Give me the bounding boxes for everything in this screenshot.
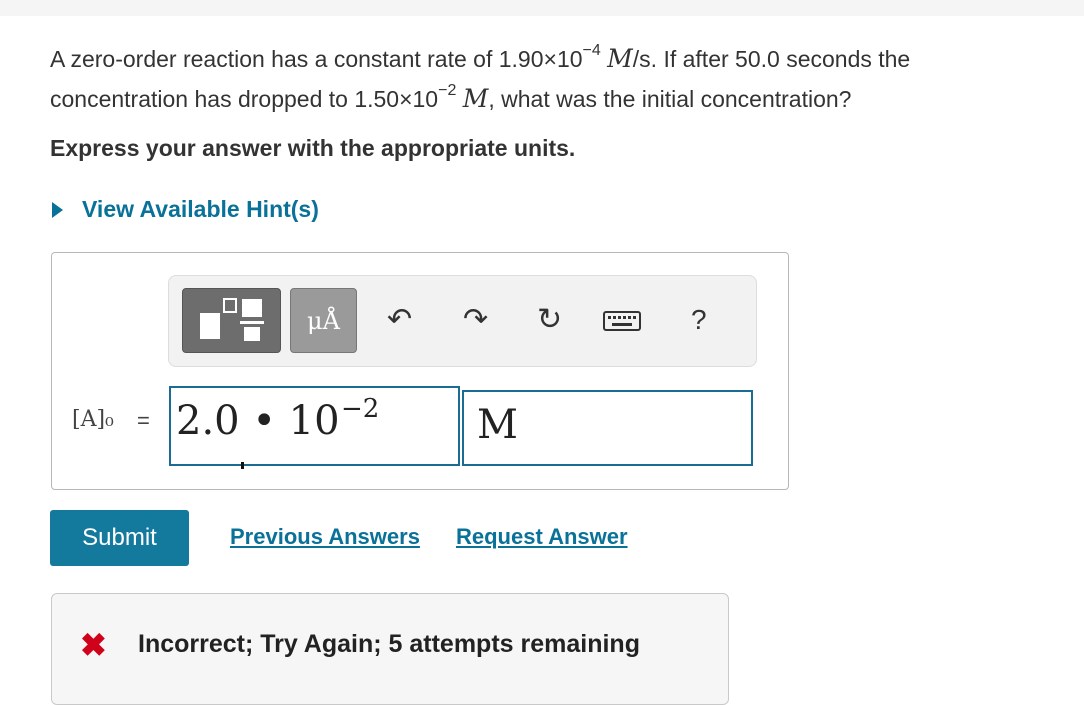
instruction-text: Express your answer with the appropriate… <box>50 135 576 161</box>
value-input[interactable]: 2.0 • 10 −2 <box>169 386 460 469</box>
submit-button[interactable]: Submit <box>50 510 189 566</box>
value-exponent: −2 <box>341 394 380 424</box>
unit-input[interactable]: M <box>462 390 753 466</box>
hint-label: View Available Hint(s) <box>82 196 319 222</box>
feedback-box: ✖ Incorrect; Try Again; 5 attempts remai… <box>51 593 729 705</box>
templates-icon <box>200 298 264 341</box>
math-toolbar: μÅ ↶ ↷ ↻ ? <box>168 275 757 367</box>
answer-label: [A]₀ <box>72 407 114 432</box>
text-cursor <box>241 462 244 469</box>
feedback-text: Incorrect; Try Again; 5 attempts remaini… <box>138 630 640 658</box>
equals-sign: = <box>137 408 150 433</box>
units-button[interactable]: μÅ <box>290 288 357 353</box>
reset-icon[interactable]: ↻ <box>537 302 562 338</box>
caret-right-icon <box>52 201 63 218</box>
undo-icon[interactable]: ↶ <box>387 302 412 338</box>
request-answer-link[interactable]: Request Answer <box>456 524 628 550</box>
previous-answers-link[interactable]: Previous Answers <box>230 524 420 550</box>
templates-button[interactable] <box>182 288 281 353</box>
unit-text: M <box>477 402 518 448</box>
help-button[interactable]: ? <box>691 302 707 338</box>
units-label: μÅ <box>307 306 340 335</box>
view-hints-link[interactable]: View Available Hint(s) <box>52 196 319 223</box>
incorrect-icon: ✖ <box>80 627 107 663</box>
question-line-2: concentration has dropped to 1.50×10−2 M… <box>50 82 852 113</box>
keyboard-icon[interactable] <box>603 306 641 342</box>
redo-icon[interactable]: ↷ <box>463 302 488 338</box>
top-bar <box>0 0 1084 16</box>
question-line-1: A zero-order reaction has a constant rat… <box>50 42 911 73</box>
value-text: 2.0 • 10 <box>176 398 340 444</box>
answer-box: μÅ ↶ ↷ ↻ ? [A]₀ = 2.0 • 10 −2 M <box>51 252 789 490</box>
